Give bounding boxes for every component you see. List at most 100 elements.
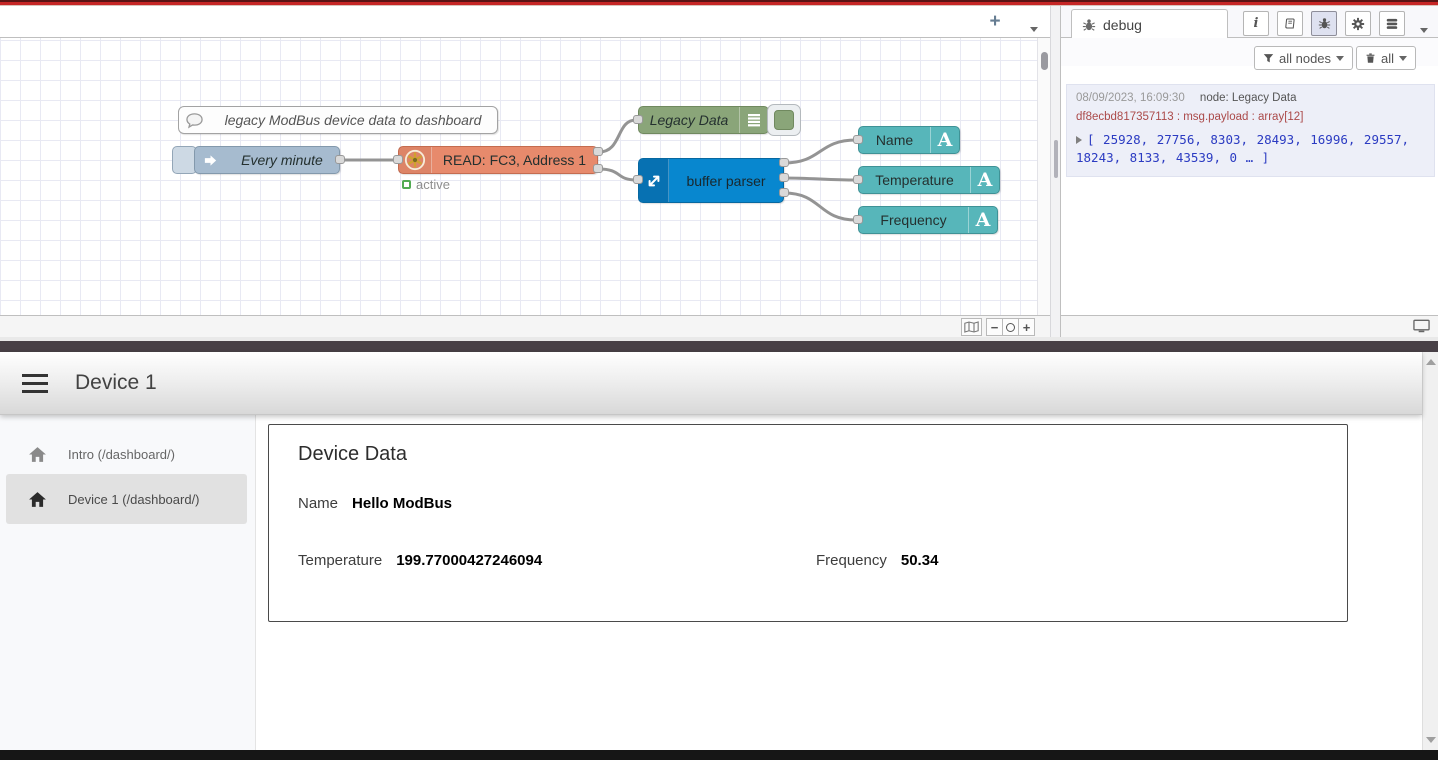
zoom-reset-icon — [1006, 323, 1015, 332]
speech-bubble-icon — [179, 107, 209, 133]
canvas-scroll-thumb[interactable] — [1041, 52, 1048, 70]
modbus-read-status: active — [402, 177, 450, 191]
debug-filter-bar: all nodes all — [1061, 38, 1438, 66]
card-title: Device Data — [298, 443, 407, 466]
buffer-parser-node[interactable]: buffer parser — [638, 158, 784, 203]
nav-item-device-1[interactable]: Device 1 (/dashboard/) — [6, 474, 247, 524]
ui-name-input-port[interactable] — [853, 135, 863, 144]
comment-node-label: legacy ModBus device data to dashboard — [209, 112, 497, 128]
modbus-read-output-port-2[interactable] — [593, 164, 603, 173]
chevron-down-icon — [1336, 56, 1344, 61]
home-icon — [6, 491, 68, 508]
dashboard-scrollbar[interactable] — [1422, 352, 1438, 750]
help-sidebar-button[interactable] — [1277, 11, 1303, 36]
window-bottom-edge — [0, 750, 1438, 760]
parser-output-port-3[interactable] — [779, 188, 789, 197]
parser-input-port[interactable] — [633, 175, 643, 184]
inject-output-port[interactable] — [335, 155, 345, 164]
debug-filter-button[interactable]: all nodes — [1254, 46, 1353, 70]
debug-msg-node-ref[interactable]: node: Legacy Data — [1200, 92, 1297, 104]
layers-icon — [1385, 17, 1399, 31]
dashboard-title: Device 1 — [75, 371, 157, 395]
add-flow-button[interactable]: + — [982, 10, 1008, 34]
status-label: active — [416, 177, 450, 192]
editor-footer: − + — [0, 315, 1050, 337]
ui-frequency-input-port[interactable] — [853, 215, 863, 224]
splitter-grip[interactable] — [1054, 140, 1058, 178]
ui-temperature-input-port[interactable] — [853, 175, 863, 184]
debug-sidebar-button[interactable] — [1311, 11, 1337, 36]
editor-tab-bar: + — [0, 6, 1050, 38]
info-icon: i — [1254, 16, 1259, 31]
open-in-window-button[interactable] — [1413, 319, 1430, 338]
field-label: Temperature — [298, 552, 382, 569]
info-sidebar-button[interactable]: i — [1243, 11, 1269, 36]
config-nodes-button[interactable] — [1345, 11, 1371, 36]
funnel-icon — [1263, 53, 1274, 64]
ui-text-label: Name — [859, 132, 930, 148]
monitor-icon — [1413, 319, 1430, 333]
modbus-read-input-port[interactable] — [393, 155, 403, 164]
inject-arrow-icon — [195, 147, 225, 173]
comment-node[interactable]: legacy ModBus device data to dashboard — [178, 106, 498, 134]
trash-icon — [1365, 52, 1376, 64]
scroll-down-arrow[interactable] — [1426, 737, 1436, 743]
window-divider — [0, 337, 1438, 352]
modbus-read-node[interactable]: READ: FC3, Address 1 — [398, 146, 598, 174]
zoom-in-button[interactable]: + — [1018, 318, 1035, 336]
debug-filter-label: all nodes — [1279, 51, 1331, 66]
expand-caret-icon[interactable] — [1076, 136, 1082, 144]
field-name: Name Hello ModBus — [298, 495, 452, 512]
debug-node-label: Legacy Data — [639, 112, 739, 128]
field-label: Frequency — [816, 552, 887, 569]
field-value: 199.77000427246094 — [396, 552, 542, 569]
modbus-read-output-port-1[interactable] — [593, 147, 603, 156]
flow-canvas[interactable]: legacy ModBus device data to dashboard E… — [0, 38, 1037, 315]
text-a-icon: A — [968, 207, 997, 233]
nav-item-intro[interactable]: Intro (/dashboard/) — [6, 429, 247, 479]
debug-node-input-port[interactable] — [633, 115, 643, 124]
debug-sidebar: debug i — [1060, 6, 1438, 337]
debug-node-legacy-data[interactable]: Legacy Data — [638, 106, 769, 134]
debug-clear-label: all — [1381, 51, 1394, 66]
buffer-parser-label: buffer parser — [669, 173, 783, 189]
bug-icon — [1318, 17, 1331, 30]
debug-msg-payload[interactable]: [ 25928, 27756, 8303, 28493, 16996, 2955… — [1076, 131, 1428, 167]
field-value: Hello ModBus — [352, 495, 452, 512]
ui-text-node-name[interactable]: Name A — [858, 126, 960, 154]
navigator-map-button[interactable] — [961, 318, 982, 336]
menu-hamburger-icon[interactable] — [22, 374, 48, 393]
tab-debug[interactable]: debug — [1071, 9, 1228, 39]
inject-node[interactable]: Every minute — [194, 146, 340, 174]
ui-text-node-temperature[interactable]: Temperature A — [858, 166, 1000, 194]
ui-text-node-frequency[interactable]: Frequency A — [858, 206, 998, 234]
screen: + legacy ModBus device data to dashboard — [0, 0, 1438, 760]
sidebar-menu-caret-icon[interactable] — [1420, 20, 1428, 38]
debug-list-icon — [739, 107, 768, 133]
flow-list-caret-icon[interactable] — [1030, 19, 1038, 37]
debug-enable-toggle-state — [774, 110, 794, 130]
zoom-reset-button[interactable] — [1002, 318, 1019, 336]
chevron-down-icon — [1399, 56, 1407, 61]
debug-enable-toggle[interactable] — [767, 104, 801, 136]
home-icon — [6, 446, 68, 463]
ui-text-label: Frequency — [859, 212, 968, 228]
field-label: Name — [298, 495, 338, 512]
zoom-out-button[interactable]: − — [986, 318, 1003, 336]
parser-output-port-2[interactable] — [779, 173, 789, 182]
canvas-vertical-scrollbar[interactable] — [1037, 38, 1050, 315]
sidebar-splitter[interactable] — [1050, 6, 1060, 337]
sidebar-footer — [1060, 315, 1438, 337]
scroll-up-arrow[interactable] — [1426, 359, 1436, 365]
debug-message[interactable]: 08/09/2023, 16:09:30 node: Legacy Data d… — [1066, 84, 1435, 177]
gear-icon — [1351, 17, 1365, 31]
debug-clear-button[interactable]: all — [1356, 46, 1416, 70]
nav-item-label: Device 1 (/dashboard/) — [68, 492, 200, 507]
text-a-icon: A — [970, 167, 999, 193]
context-data-button[interactable] — [1379, 11, 1405, 36]
nav-item-label: Intro (/dashboard/) — [68, 447, 175, 462]
map-icon — [964, 321, 979, 333]
parser-output-port-1[interactable] — [779, 158, 789, 167]
debug-msg-timestamp: 08/09/2023, 16:09:30 — [1076, 92, 1185, 104]
dashboard-header: Device 1 — [0, 352, 1422, 415]
